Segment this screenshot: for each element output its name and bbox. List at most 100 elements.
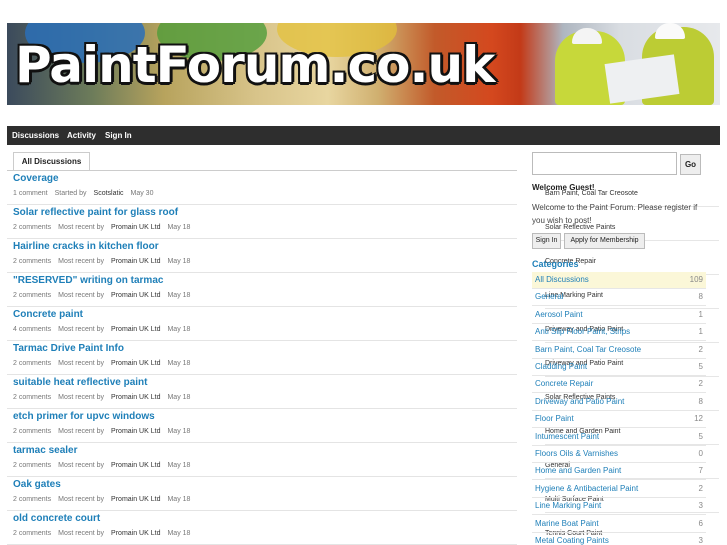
discussion-title[interactable]: Solar reflective paint for glass roof xyxy=(13,207,178,218)
search-input[interactable] xyxy=(532,152,677,175)
tab-all-discussions[interactable]: All Discussions xyxy=(13,152,90,170)
category-item[interactable]: Floors Oils & Varnishes 0 xyxy=(532,446,706,463)
category-count: 109 xyxy=(689,275,703,284)
discussion-meta: 2 comments Most recent by Promain UK Ltd Ma… xyxy=(13,428,719,445)
activity-label: Most recent by xyxy=(58,428,105,435)
category-name[interactable]: General xyxy=(535,292,563,301)
activity-label: Most recent by xyxy=(58,496,105,503)
category-item[interactable]: Cladding Paint 5 xyxy=(532,359,706,376)
category-name[interactable]: All Discussions xyxy=(535,275,589,284)
discussion-title[interactable]: "RESERVED" writing on tarmac xyxy=(13,275,163,286)
discussion-meta: 2 comments Most recent by Promain UK Ltd Ma… xyxy=(13,224,719,241)
discussion-date: May 18 xyxy=(167,428,191,435)
author-link[interactable]: Promain UK Ltd xyxy=(111,462,160,469)
discussion-row[interactable]: Coverage 1 comment Started by Scotslatic May… xyxy=(7,171,719,207)
discussion-title[interactable]: Hairline cracks in kitchen floor xyxy=(13,241,159,252)
category-name[interactable]: Barn Paint, Coal Tar Creosote xyxy=(535,345,641,354)
discussion-row[interactable]: Tarmac Drive Paint Info 2 comments Most re… xyxy=(7,341,719,377)
category-item[interactable]: Driveway and Patio Paint 8 xyxy=(532,394,706,411)
discussion-row[interactable]: Concrete paint 4 comments Most recent by Pr… xyxy=(7,307,719,343)
discussion-date: May 18 xyxy=(167,496,191,503)
discussion-title[interactable]: Oak gates xyxy=(13,479,61,490)
comment-count: 2 comments xyxy=(13,530,52,537)
category-name[interactable]: Hygiene & Antibacterial Paint xyxy=(535,484,638,493)
discussion-title[interactable]: old concrete court xyxy=(13,513,100,524)
nav-discussions[interactable]: Discussions xyxy=(12,126,59,145)
discussion-row[interactable]: Hairline cracks in kitchen floor 2 commen… xyxy=(7,239,719,275)
category-name[interactable]: Metal Coating Paints xyxy=(535,536,609,545)
discussion-row[interactable]: Solar reflective paint for glass roof 2 c… xyxy=(7,205,719,241)
category-name[interactable]: Line Marking Paint xyxy=(535,501,601,510)
discussion-row[interactable]: Oak gates 2 comments Most recent by Promain… xyxy=(7,477,719,513)
category-count: 2 xyxy=(698,483,703,493)
discussion-row[interactable]: tarmac sealer 2 comments Most recent by Pro… xyxy=(7,443,719,479)
author-link[interactable]: Scotslatic xyxy=(94,190,124,197)
discussion-row[interactable]: "RESERVED" writing on tarmac 2 comments Mo… xyxy=(7,273,719,309)
category-name[interactable]: Aerosol Paint xyxy=(535,310,583,319)
category-item[interactable]: Marine Boat Paint 6 xyxy=(532,516,706,533)
category-name[interactable]: Floors Oils & Varnishes xyxy=(535,449,618,458)
author-link[interactable]: Promain UK Ltd xyxy=(111,360,160,367)
category-name[interactable]: Cladding Paint xyxy=(535,362,587,371)
activity-label: Most recent by xyxy=(58,462,105,469)
category-item[interactable]: Metal Coating Paints 3 xyxy=(532,533,706,545)
category-item[interactable]: Barn Paint, Coal Tar Creosote 2 xyxy=(532,342,706,359)
discussion-row[interactable]: old concrete court 2 comments Most recent … xyxy=(7,511,602,545)
go-button[interactable]: Go xyxy=(680,154,701,175)
discussion-row[interactable]: etch primer for upvc windows 2 comments Mo… xyxy=(7,409,719,445)
discussion-meta: 2 comments Most recent by Promain UK Ltd Ma… xyxy=(13,496,719,513)
category-item[interactable]: All Discussions 109 xyxy=(532,272,706,289)
category-name[interactable]: Intumescent Paint xyxy=(535,432,599,441)
discussion-meta: 1 comment Started by Scotslatic May 30 Barn … xyxy=(13,190,719,207)
discussion-title[interactable]: Coverage xyxy=(13,173,59,184)
category-name[interactable]: Marine Boat Paint xyxy=(535,519,599,528)
discussion-title[interactable]: Tarmac Drive Paint Info xyxy=(13,343,124,354)
category-name[interactable]: Home and Garden Paint xyxy=(535,466,621,475)
apply-membership-button[interactable]: Apply for Membership xyxy=(564,233,645,249)
category-item[interactable]: Hygiene & Antibacterial Paint 2 xyxy=(532,481,706,498)
discussion-title[interactable]: tarmac sealer xyxy=(13,445,78,456)
category-item[interactable]: Home and Garden Paint 7 xyxy=(532,463,706,481)
category-count: 8 xyxy=(698,396,703,406)
comment-count: 2 comments xyxy=(13,428,52,435)
author-link[interactable]: Promain UK Ltd xyxy=(111,530,160,537)
main-nav: Discussions Activity Sign In xyxy=(7,126,720,145)
discussion-title[interactable]: Concrete paint xyxy=(13,309,83,320)
author-link[interactable]: Promain UK Ltd xyxy=(111,224,160,231)
discussion-row[interactable]: suitable heat reflective paint 2 comments… xyxy=(7,375,719,411)
category-name[interactable]: Anti Slip Floor Paint, Strips xyxy=(535,327,630,336)
nav-sign-in[interactable]: Sign In xyxy=(105,126,132,145)
author-link[interactable]: Promain UK Ltd xyxy=(111,258,160,265)
discussion-title[interactable]: suitable heat reflective paint xyxy=(13,377,148,388)
hard-hat-image xyxy=(655,23,685,39)
discussion-title[interactable]: etch primer for upvc windows xyxy=(13,411,155,422)
categories-heading: Categories xyxy=(532,259,579,269)
discussion-date: May 18 xyxy=(167,258,191,265)
category-item[interactable]: Intumescent Paint 5 xyxy=(532,429,706,446)
site-logo[interactable]: PaintForum.co.uk xyxy=(15,35,495,95)
category-item[interactable]: Line Marking Paint 3 xyxy=(532,498,706,516)
discussion-date: May 18 xyxy=(167,394,191,401)
author-link[interactable]: Promain UK Ltd xyxy=(111,326,160,333)
nav-activity[interactable]: Activity xyxy=(67,126,96,145)
category-count: 8 xyxy=(698,292,703,302)
author-link[interactable]: Promain UK Ltd xyxy=(111,292,160,299)
category-item[interactable]: General 8 xyxy=(532,289,706,307)
sign-in-button[interactable]: Sign In xyxy=(532,233,561,249)
comment-count: 2 comments xyxy=(13,258,52,265)
author-link[interactable]: Promain UK Ltd xyxy=(111,394,160,401)
category-name[interactable]: Concrete Repair xyxy=(535,379,593,388)
category-item[interactable]: Concrete Repair 2 xyxy=(532,376,706,394)
category-item[interactable]: Anti Slip Floor Paint, Strips 1 xyxy=(532,324,706,342)
discussion-meta: 2 comments Most recent by Promain UK Ltd Ma… xyxy=(13,462,719,479)
category-count: 6 xyxy=(698,518,703,528)
author-link[interactable]: Promain UK Ltd xyxy=(111,496,160,503)
category-item[interactable]: Aerosol Paint 1 xyxy=(532,307,706,324)
comment-count: 2 comments xyxy=(13,462,52,469)
category-count: 0 xyxy=(698,449,703,458)
category-name[interactable]: Floor Paint xyxy=(535,414,574,423)
category-item[interactable]: Floor Paint 12 xyxy=(532,411,706,429)
category-name[interactable]: Driveway and Patio Paint xyxy=(535,397,624,406)
discussion-meta: 4 comments Most recent by Promain UK Ltd Ma… xyxy=(13,326,719,343)
author-link[interactable]: Promain UK Ltd xyxy=(111,428,160,435)
